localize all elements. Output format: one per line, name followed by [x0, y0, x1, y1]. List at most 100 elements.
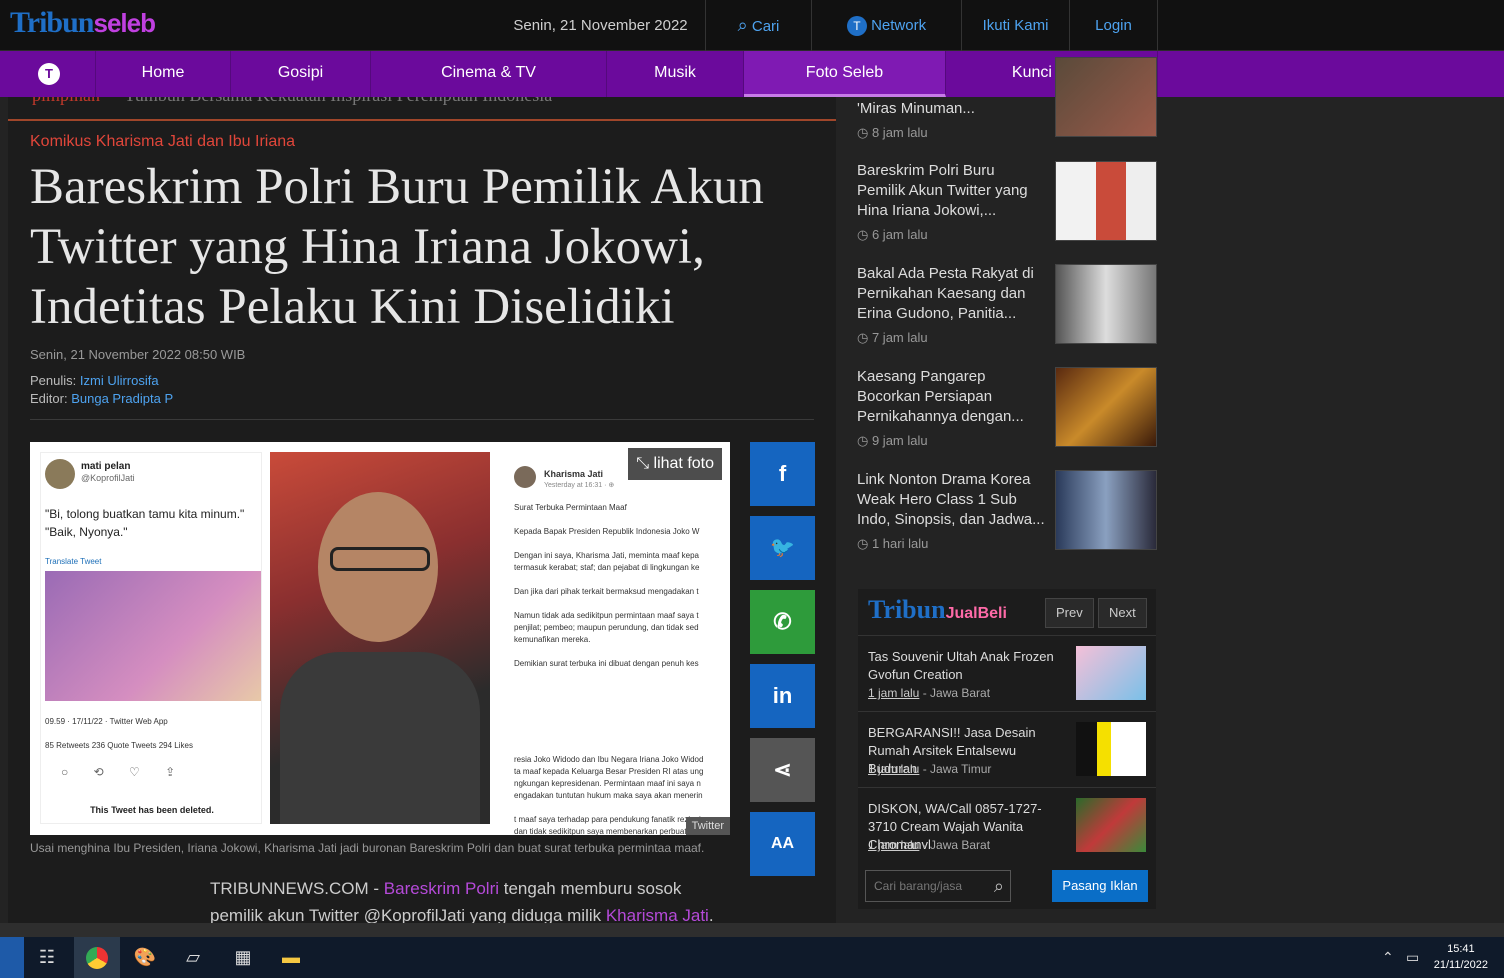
follow-link[interactable]: Ikuti Kami: [962, 0, 1070, 51]
sidebar-thumbnail: [1055, 470, 1157, 550]
facebook-icon: f: [778, 461, 787, 486]
sidebar-item-time: ◷ 9 jam lalu: [857, 433, 928, 449]
sidebar-item-time-text: 8 jam lalu: [871, 125, 928, 140]
paint-icon[interactable]: 🎨: [122, 937, 168, 978]
task-view-icon[interactable]: ☷: [24, 937, 70, 978]
view-photo-button[interactable]: ⤡ lihat foto: [628, 448, 722, 480]
jualbeli-item[interactable]: Tas Souvenir Ultah Anak Frozen Gvofun Cr…: [858, 635, 1156, 711]
jualbeli-item-region: - Jawa Barat: [919, 686, 991, 700]
logo-main: Tribun: [10, 6, 94, 39]
share-icon: ⋖: [773, 757, 792, 782]
jualbeli-item[interactable]: DISKON, WA/Call 0857-1727-3710 Cream Waj…: [858, 787, 1156, 863]
jualbeli-logo[interactable]: TribunJualBeli: [868, 595, 1007, 625]
tweet-time: 09.59 · 17/11/22 · Twitter Web App: [45, 717, 168, 726]
share-facebook-button[interactable]: f: [750, 442, 815, 506]
sidebar-item-title: Bakal Ada Pesta Rakyat di Pernikahan Kae…: [857, 265, 1034, 322]
system-clock[interactable]: 15:41 21/11/2022: [1434, 941, 1488, 973]
chevron-up-icon[interactable]: ⌃: [1382, 937, 1394, 978]
sidebar-item-time: ◷ 6 jam lalu: [857, 227, 928, 243]
next-button[interactable]: Next: [1098, 598, 1147, 628]
search-link[interactable]: ⌕ Cari: [706, 0, 812, 51]
notebook-icon[interactable]: ▱: [170, 937, 216, 978]
body-link-bareskrim[interactable]: Bareskrim Polri: [384, 879, 499, 898]
header-date: Senin, 21 November 2022: [496, 0, 706, 51]
nav-foto-seleb[interactable]: Foto Seleb: [744, 51, 946, 97]
editor-label: Editor:: [30, 391, 68, 406]
chrome-icon[interactable]: [74, 937, 120, 978]
letter-time: Yesterday at 16:31 · ⊕: [544, 482, 615, 489]
writer-credit: Penulis: Izmi Ulirrosifa: [30, 373, 159, 388]
tweet-stats: 85 Retweets 236 Quote Tweets 294 Likes: [45, 741, 193, 750]
letter-avatar: [514, 466, 536, 488]
sidebar-thumbnail: [1055, 57, 1157, 137]
view-photo-label: lihat foto: [653, 455, 714, 472]
jualbeli-item-image: [1076, 646, 1146, 700]
jualbeli-search-input[interactable]: Cari barang/jasa ⌕: [865, 870, 1011, 902]
sidebar-item-time-text: 6 jam lalu: [871, 227, 928, 242]
article-kicker[interactable]: Komikus Kharisma Jati dan Ibu Iriana: [30, 133, 295, 151]
body-link-kharisma[interactable]: Kharisma Jati: [606, 906, 709, 923]
calculator-icon[interactable]: ▦: [220, 937, 266, 978]
article-photo[interactable]: mati pelan @KoprofilJati "Bi, tolong bua…: [30, 442, 730, 835]
tweet-avatar: [45, 459, 75, 489]
tweet-image: [45, 571, 261, 701]
share-more-button[interactable]: ⋖: [750, 738, 815, 802]
site-logo[interactable]: Tribunseleb: [10, 6, 156, 40]
letter-body: Surat Terbuka Permintaan Maaf Kepada Bap…: [514, 503, 706, 835]
jualbeli-item-time: 1 jam lalu: [868, 838, 920, 852]
network-link-label: Network: [871, 17, 927, 34]
whatsapp-icon: ✆: [773, 609, 792, 634]
photo-source: Twitter: [685, 817, 730, 835]
share-linkedin-button[interactable]: in: [750, 664, 815, 728]
jualbeli-item-meta: 1 jam lalu - Jawa Barat: [868, 686, 990, 700]
network-link[interactable]: T Network: [812, 0, 962, 51]
sidebar-item-title: Bareskrim Polri Buru Pemilik Akun Twitte…: [857, 162, 1028, 219]
banner-strip[interactable]: pimpinan Tumbuh Bersama Kekuatan Inspira…: [32, 97, 832, 106]
share-whatsapp-button[interactable]: ✆: [750, 590, 815, 654]
jualbeli-item-image: [1076, 798, 1146, 852]
clock-icon: ◷: [857, 433, 869, 448]
body-end: .: [708, 906, 714, 923]
twitter-icon: 🐦: [770, 537, 795, 559]
linkedin-icon: in: [772, 683, 793, 708]
nav-musik[interactable]: Musik: [607, 51, 744, 97]
sidebar-item-title: 'Miras Minuman...: [857, 100, 975, 117]
clock-date: 21/11/2022: [1433, 959, 1488, 971]
jualbeli-item[interactable]: BERGARANSI!! Jasa Desain Rumah Arsitek E…: [858, 711, 1156, 787]
network-icon[interactable]: ▭: [1406, 937, 1419, 978]
banner-prefix: pimpinan: [32, 97, 100, 105]
article-title: Bareskrim Polri Buru Pemilik Akun Twitte…: [30, 159, 764, 335]
portrait-body: [280, 652, 480, 824]
share-twitter-button[interactable]: 🐦: [750, 516, 815, 580]
file-explorer-icon[interactable]: ▬: [268, 937, 314, 978]
start-icon[interactable]: [0, 937, 24, 978]
portrait-photo: [270, 452, 490, 824]
sidebar-thumbnail: [1055, 161, 1157, 241]
sidebar-item-title: Link Nonton Drama Korea Weak Hero Class …: [857, 471, 1045, 528]
sidebar-item-time-text: 9 jam lalu: [871, 433, 928, 448]
writer-label: Penulis:: [30, 373, 77, 388]
tweet-screenshot: mati pelan @KoprofilJati "Bi, tolong bua…: [40, 452, 262, 824]
nav-home-logo[interactable]: T: [0, 51, 96, 97]
prev-button[interactable]: Prev: [1045, 598, 1094, 628]
banner-text: Tumbuh Bersama Kekuatan Inspirasi Peremp…: [125, 97, 553, 105]
post-ad-button[interactable]: Pasang Iklan: [1052, 870, 1148, 902]
tweet-action-icons: ○ ⟲ ♡ ⇪: [61, 765, 176, 779]
nav-gosip[interactable]: Gosipi: [231, 51, 371, 97]
login-link[interactable]: Login: [1070, 0, 1158, 51]
sidebar-thumbnail: [1055, 367, 1157, 447]
jualbeli-item-meta: 1 jam lalu - Jawa Barat: [868, 838, 990, 852]
tribun-home-icon: T: [38, 63, 60, 85]
clock-time: 15:41: [1447, 943, 1475, 955]
horizontal-scrollbar[interactable]: [0, 923, 1504, 937]
sidebar-item-time: ◷ 8 jam lalu: [857, 125, 928, 141]
font-size-button[interactable]: AA: [750, 812, 815, 876]
jualbeli-item-title: Tas Souvenir Ultah Anak Frozen Gvofun Cr…: [868, 649, 1054, 682]
writer-link[interactable]: Izmi Ulirrosifa: [80, 373, 159, 388]
editor-link[interactable]: Bunga Pradipta P: [71, 391, 173, 406]
sidebar-item-time: ◷ 1 hari lalu: [857, 536, 928, 552]
nav-home[interactable]: Home: [96, 51, 231, 97]
clock-icon: ◷: [857, 125, 869, 140]
jualbeli-item-region: - Jawa Timur: [919, 762, 992, 776]
nav-cinema-tv[interactable]: Cinema & TV: [371, 51, 607, 97]
